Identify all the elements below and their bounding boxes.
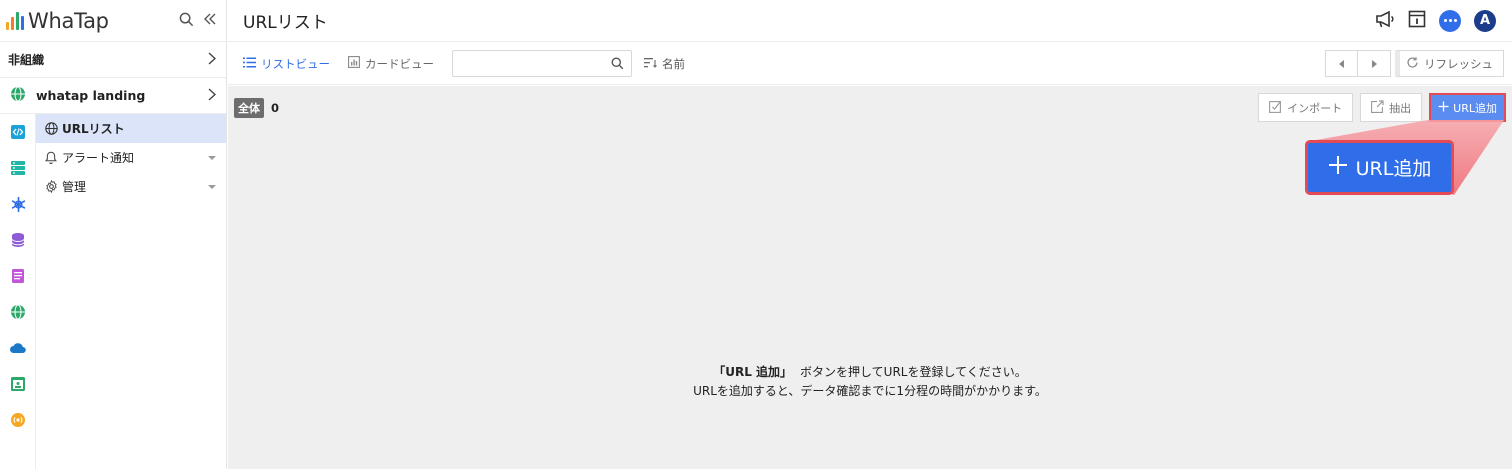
cloud-icon[interactable] <box>0 330 36 366</box>
bell-icon <box>44 151 58 165</box>
chevron-right-icon <box>208 51 217 68</box>
chevron-right-icon <box>208 87 217 104</box>
export-icon <box>1371 99 1384 116</box>
plus-icon <box>1438 101 1449 115</box>
sort-label: 名前 <box>662 56 685 71</box>
list-view-button[interactable]: リストビュー <box>243 56 330 72</box>
sidebar: WhaTap 非組織 whatap landing URLリスト アラート通知 … <box>0 0 227 469</box>
sidebar-item-label: 管理 <box>62 180 87 194</box>
search-field <box>452 50 632 77</box>
browser-icon[interactable] <box>0 366 36 402</box>
collapse-sidebar-icon[interactable] <box>204 13 216 28</box>
globe-icon <box>44 122 58 136</box>
sidebar-item-alert[interactable]: アラート通知 <box>36 143 226 172</box>
export-label: 抽出 <box>1389 101 1412 115</box>
chat-icon[interactable] <box>1439 9 1461 32</box>
empty-state-line-1: 「URL 追加」 ボタンを押してURLを登録してください。 <box>228 363 1512 382</box>
plus-icon <box>1328 155 1348 180</box>
sidebar-item-url-list[interactable]: URLリスト <box>36 114 226 143</box>
organization-label: 非組織 <box>8 53 45 67</box>
kubernetes-icon[interactable] <box>0 186 36 222</box>
add-url-label: URL追加 <box>1453 101 1497 115</box>
empty-state-line-2: URLを追加すると、データ確認までに1分程の時間がかかります。 <box>693 384 1047 398</box>
triangle-right-icon <box>1371 59 1377 68</box>
card-view-label: カードビュー <box>365 56 434 71</box>
caret-down-icon <box>208 184 216 189</box>
product-rail <box>0 114 36 469</box>
gear-icon <box>44 180 58 194</box>
empty-state-emphasis: 「URL 追加」 <box>713 365 793 379</box>
all-badge: 全体 <box>234 98 264 118</box>
brand-bar: WhaTap <box>0 0 226 42</box>
code-icon[interactable] <box>0 114 36 150</box>
total-count: 全体 0 <box>234 98 279 118</box>
page-title: URLリスト <box>243 13 328 33</box>
broadcast-icon[interactable] <box>0 402 36 438</box>
prev-page-button[interactable] <box>1325 50 1358 77</box>
project-name: whatap landing <box>36 88 146 103</box>
search-icon[interactable] <box>611 57 624 73</box>
organization-selector[interactable]: 非組織 <box>0 42 226 78</box>
import-label: インポート <box>1287 101 1343 115</box>
project-selector[interactable]: whatap landing <box>0 78 226 114</box>
server-icon[interactable] <box>0 150 36 186</box>
list-view-label: リストビュー <box>261 56 330 71</box>
search-input[interactable] <box>453 51 603 76</box>
brand-name: WhaTap <box>28 8 109 33</box>
search-icon[interactable] <box>179 12 194 30</box>
pagination <box>1325 50 1391 77</box>
import-button[interactable]: インポート <box>1258 93 1354 122</box>
import-icon <box>1269 100 1282 116</box>
sidebar-menu: URLリスト アラート通知 管理 <box>36 114 226 201</box>
action-buttons: インポート 抽出 URL追加 <box>1258 93 1506 122</box>
refresh-icon <box>1406 56 1419 72</box>
megaphone-icon[interactable] <box>1375 10 1395 31</box>
sidebar-item-management[interactable]: 管理 <box>36 172 226 201</box>
add-url-button[interactable]: URL追加 <box>1429 93 1506 122</box>
caret-down-icon <box>208 155 216 160</box>
callout-label: URL追加 <box>1355 158 1432 180</box>
globe-icon <box>10 86 26 105</box>
add-url-callout: URL追加 <box>1305 140 1454 195</box>
sort-by-name-button[interactable]: 名前 <box>644 56 685 72</box>
empty-state-text: ボタンを押してURLを登録してください。 <box>800 365 1027 379</box>
card-view-button[interactable]: カードビュー <box>348 56 434 72</box>
count-value: 0 <box>271 101 280 115</box>
list-icon <box>243 57 256 71</box>
whatap-logo-icon <box>6 11 24 30</box>
refresh-label: リフレッシュ <box>1424 56 1493 71</box>
sidebar-item-label: URLリスト <box>62 122 125 136</box>
empty-state-message: 「URL 追加」 ボタンを押してURLを登録してください。 URLを追加すると、デ… <box>228 363 1512 401</box>
refresh-button[interactable]: リフレッシュ <box>1395 50 1504 77</box>
globe-icon[interactable] <box>0 294 36 330</box>
notice-board-icon[interactable] <box>1408 10 1426 31</box>
toolbar: リストビュー カードビュー 名前 リフレッシュ <box>228 43 1512 85</box>
sort-icon <box>644 57 657 71</box>
next-page-button[interactable] <box>1358 50 1391 77</box>
export-button[interactable]: 抽出 <box>1360 93 1423 122</box>
sidebar-item-label: アラート通知 <box>62 151 135 165</box>
chart-card-icon <box>348 56 360 71</box>
database-icon[interactable] <box>0 222 36 258</box>
avatar[interactable]: A <box>1474 9 1496 32</box>
triangle-left-icon <box>1339 59 1344 68</box>
page-header: URLリスト A <box>228 0 1512 42</box>
log-icon[interactable] <box>0 258 36 294</box>
